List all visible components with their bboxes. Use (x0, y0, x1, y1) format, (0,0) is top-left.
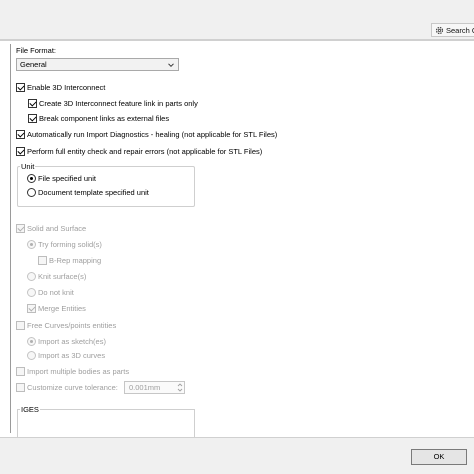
brep-mapping-checkbox[interactable] (38, 256, 47, 265)
solid-and-surface-checkbox[interactable] (16, 224, 25, 233)
knit-surfaces-label: Knit surface(s) (38, 272, 87, 281)
import-as-3d-curves-label: Import as 3D curves (38, 351, 106, 360)
auto-import-diagnostics-label: Automatically run Import Diagnostics - h… (27, 130, 278, 139)
brep-mapping-label: B-Rep mapping (49, 256, 102, 265)
search-options-button[interactable]: Search O (431, 23, 474, 37)
file-format-value: General (20, 60, 47, 69)
chevron-down-icon (167, 61, 175, 69)
auto-import-diagnostics-checkbox[interactable] (16, 130, 25, 139)
iges-group (17, 409, 195, 439)
do-not-knit-radio[interactable] (27, 288, 36, 297)
break-component-links-label: Break component links as external files (39, 114, 170, 123)
file-format-select[interactable]: General (16, 58, 179, 71)
unit-group-legend: Unit (20, 162, 36, 172)
panel-left-border (10, 44, 11, 433)
gear-icon (435, 26, 444, 35)
break-component-links-checkbox[interactable] (28, 114, 37, 123)
import-multiple-bodies-label: Import multiple bodies as parts (27, 367, 130, 376)
solid-and-surface-label: Solid and Surface (27, 224, 87, 233)
import-as-sketch-label: Import as sketch(es) (38, 337, 106, 346)
tolerance-spinner[interactable] (176, 382, 184, 393)
file-format-label: File Format: (16, 46, 57, 55)
customize-tolerance-checkbox[interactable] (16, 383, 25, 392)
unit-group (17, 166, 195, 207)
import-as-3d-curves-radio[interactable] (27, 351, 36, 360)
full-entity-check-checkbox[interactable] (16, 147, 25, 156)
bottom-bar (0, 437, 474, 474)
top-toolbar (0, 0, 474, 40)
full-entity-check-label: Perform full entity check and repair err… (27, 147, 263, 156)
document-template-unit-label: Document template specified unit (38, 188, 149, 197)
free-curves-label: Free Curves/points entities (27, 321, 117, 330)
import-as-sketch-radio[interactable] (27, 337, 36, 346)
create-feature-link-checkbox[interactable] (28, 99, 37, 108)
document-template-unit-radio[interactable] (27, 188, 36, 197)
do-not-knit-label: Do not knit (38, 288, 74, 297)
merge-entities-checkbox[interactable] (27, 304, 36, 313)
try-forming-solids-radio[interactable] (27, 240, 36, 249)
search-options-label: Search O (446, 25, 474, 35)
free-curves-checkbox[interactable] (16, 321, 25, 330)
file-specified-unit-label: File specified unit (38, 174, 96, 183)
enable-3d-interconnect-label: Enable 3D Interconnect (27, 83, 106, 92)
knit-surfaces-radio[interactable] (27, 272, 36, 281)
iges-group-legend: IGES (20, 405, 40, 415)
file-specified-unit-radio[interactable] (27, 174, 36, 183)
try-forming-solids-label: Try forming solid(s) (38, 240, 102, 249)
customize-tolerance-label: Customize curve tolerance: (27, 383, 118, 392)
merge-entities-label: Merge Entities (38, 304, 86, 313)
import-multiple-bodies-checkbox[interactable] (16, 367, 25, 376)
create-feature-link-label: Create 3D Interconnect feature link in p… (39, 99, 198, 108)
enable-3d-interconnect-checkbox[interactable] (16, 83, 25, 92)
ok-button[interactable]: OK (411, 449, 467, 465)
curve-tolerance-value: 0.001mm (129, 383, 161, 392)
